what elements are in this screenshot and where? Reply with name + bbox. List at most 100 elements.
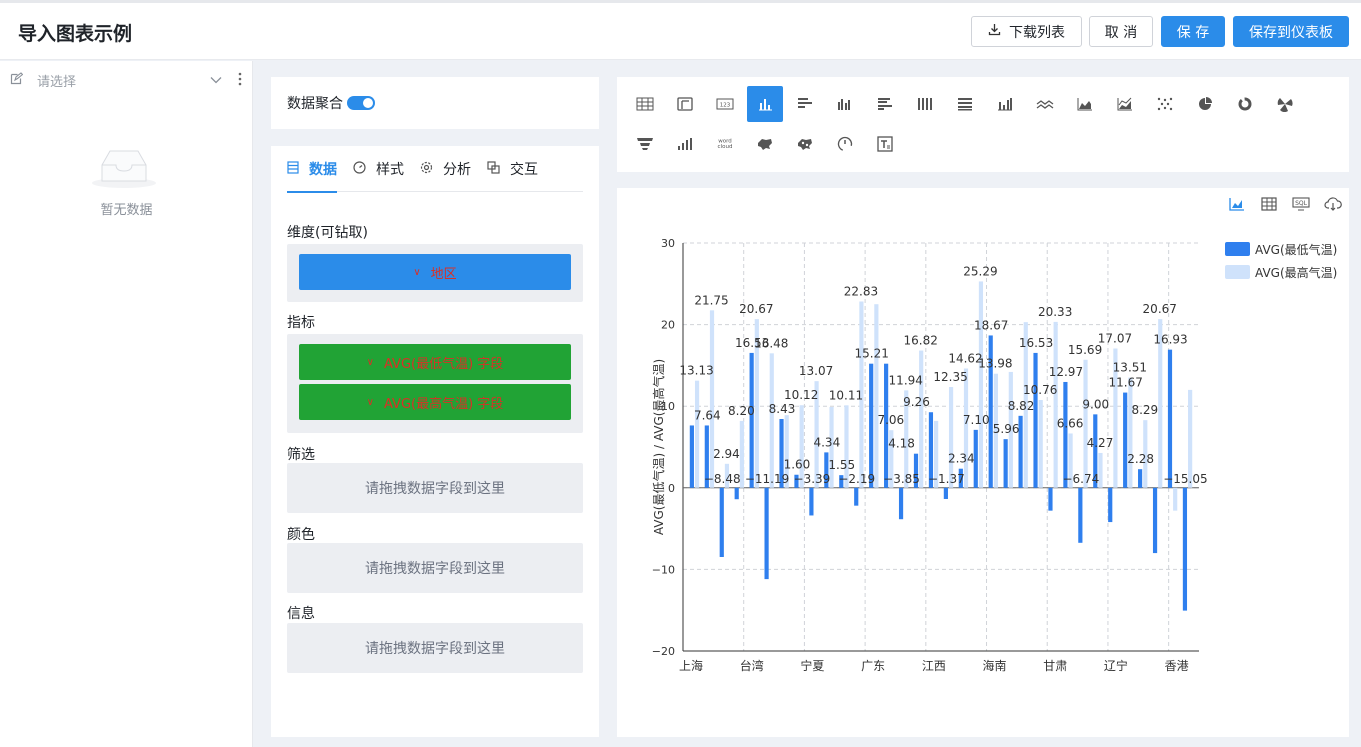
bar-max-temp [963, 368, 969, 488]
chevron-down-icon[interactable] [210, 73, 222, 87]
data-label: 11.67 [1108, 376, 1142, 390]
more-vertical-icon[interactable] [238, 71, 242, 90]
bar-chart-icon[interactable] [787, 86, 823, 122]
chevron-down-icon[interactable]: ∨ [413, 267, 420, 278]
download-list-button[interactable]: 下载列表 [971, 16, 1082, 47]
chart-type-picker: 123 word cloud [617, 77, 1349, 172]
y-tick-label: 30 [661, 237, 675, 250]
metrics-dropzone[interactable]: ∨ AVG(最低气温) 字段 ∨ AVG(最高气温) 字段 [287, 334, 583, 433]
info-label: 信息 [287, 606, 315, 622]
data-label: 13.98 [978, 357, 1012, 371]
svg-text:SQL: SQL [1295, 200, 1308, 207]
dimension-field-pill[interactable]: ∨ 地区 [299, 254, 571, 290]
data-label: 2.94 [713, 447, 740, 461]
bar-min-temp [749, 352, 754, 488]
metric-field-label: AVG(最低气温) 字段 [384, 356, 504, 372]
data-label: −1.37 [928, 472, 965, 486]
grouped-bar-icon[interactable] [867, 86, 903, 122]
dimension-dropzone[interactable]: ∨ 地区 [287, 244, 583, 302]
chart-view-icon[interactable] [1227, 194, 1247, 214]
data-label: 15.21 [854, 347, 888, 361]
data-icon [287, 160, 299, 177]
data-label: −8.48 [704, 472, 741, 486]
rose-chart-icon[interactable] [1267, 86, 1303, 122]
chevron-down-icon[interactable]: ∨ [367, 397, 374, 408]
data-label: 12.97 [1049, 365, 1083, 379]
donut-chart-icon[interactable] [1227, 86, 1263, 122]
metric-field-label: AVG(最高气温) 字段 [384, 396, 504, 412]
data-label: 11.94 [889, 373, 923, 387]
y-tick-label: 20 [661, 319, 675, 332]
line-chart-icon[interactable] [1027, 86, 1063, 122]
aggregation-toggle[interactable] [347, 96, 375, 110]
empty-inbox-icon [92, 147, 156, 189]
metric-field-pill[interactable]: ∨ AVG(最低气温) 字段 [299, 344, 571, 380]
data-label: 16.93 [1153, 333, 1187, 347]
stacked-bar-icon[interactable] [947, 86, 983, 122]
column-chart-icon[interactable] [747, 86, 783, 122]
rich-text-icon[interactable] [867, 126, 903, 162]
data-label: 9.26 [903, 395, 930, 409]
data-label: 18.67 [974, 318, 1008, 332]
stacked-area-icon[interactable] [1107, 86, 1143, 122]
gear-icon [420, 161, 433, 177]
data-label: 13.13 [679, 364, 713, 378]
data-label: 6.66 [1057, 416, 1084, 430]
select-placeholder[interactable]: 请选择 [37, 71, 210, 90]
legend-label: AVG(最低气温) [1255, 242, 1337, 257]
word-cloud-icon[interactable]: word cloud [707, 126, 743, 162]
data-label: 16.82 [904, 334, 938, 348]
number-card-icon[interactable]: 123 [707, 86, 743, 122]
bar-min-temp [1048, 487, 1053, 511]
cloud-download-icon[interactable] [1323, 194, 1343, 214]
grouped-column-icon[interactable] [827, 86, 863, 122]
tab-data[interactable]: 数据 [287, 146, 337, 193]
source-selector[interactable]: 请选择 [0, 61, 252, 99]
table-view-icon[interactable] [1259, 194, 1279, 214]
filter-dropzone[interactable]: 请拖拽数据字段到这里 [287, 463, 583, 513]
tab-interaction[interactable]: 交互 [487, 146, 538, 192]
edit-icon[interactable] [10, 71, 24, 89]
funnel-chart-icon[interactable] [627, 126, 663, 162]
stacked-column-icon[interactable] [907, 86, 943, 122]
data-label: 7.64 [694, 408, 721, 422]
sql-icon[interactable]: SQL [1291, 194, 1311, 214]
tab-style[interactable]: 样式 [353, 146, 404, 192]
color-dropzone[interactable]: 请拖拽数据字段到这里 [287, 543, 583, 593]
tab-analysis[interactable]: 分析 [420, 146, 471, 192]
data-label: 22.83 [844, 285, 878, 299]
metric-field-pill[interactable]: ∨ AVG(最高气温) 字段 [299, 384, 571, 420]
gauge-icon[interactable] [827, 126, 863, 162]
pie-chart-icon[interactable] [1187, 86, 1223, 122]
left-panel: 请选择 暂无数据 [0, 61, 253, 747]
x-tick-label: 宁夏 [800, 658, 824, 673]
legend-swatch [1225, 242, 1250, 256]
combo-chart-icon[interactable] [987, 86, 1023, 122]
data-label: 2.28 [1127, 452, 1154, 466]
data-label: −11.19 [745, 472, 789, 486]
table-icon[interactable] [627, 86, 663, 122]
save-button[interactable]: 保 存 [1161, 16, 1225, 47]
area-chart-icon[interactable] [1067, 86, 1103, 122]
data-label: 16.53 [1019, 336, 1053, 350]
aggregation-label: 数据聚合 [287, 96, 343, 112]
bar-min-temp [1003, 439, 1008, 488]
data-label: 20.67 [739, 302, 773, 316]
scatter-chart-icon[interactable] [1147, 86, 1183, 122]
data-label: 25.29 [963, 264, 997, 278]
bar-min-temp [854, 487, 859, 506]
info-dropzone[interactable]: 请拖拽数据字段到这里 [287, 623, 583, 673]
china-map-icon[interactable] [747, 126, 783, 162]
waterfall-chart-icon[interactable] [667, 126, 703, 162]
bar-min-temp [719, 487, 724, 557]
chevron-down-icon[interactable]: ∨ [367, 357, 374, 368]
save-to-dashboard-button[interactable]: 保存到仪表板 [1233, 16, 1349, 47]
x-tick-label: 上海 [679, 658, 703, 673]
scatter-map-icon[interactable] [787, 126, 823, 162]
x-tick-label: 海南 [983, 658, 1007, 673]
cancel-button[interactable]: 取 消 [1089, 16, 1153, 47]
data-label: 8.20 [728, 404, 755, 418]
svg-text:123: 123 [720, 103, 731, 109]
bar-min-temp [1108, 487, 1113, 523]
pivot-table-icon[interactable] [667, 86, 703, 122]
